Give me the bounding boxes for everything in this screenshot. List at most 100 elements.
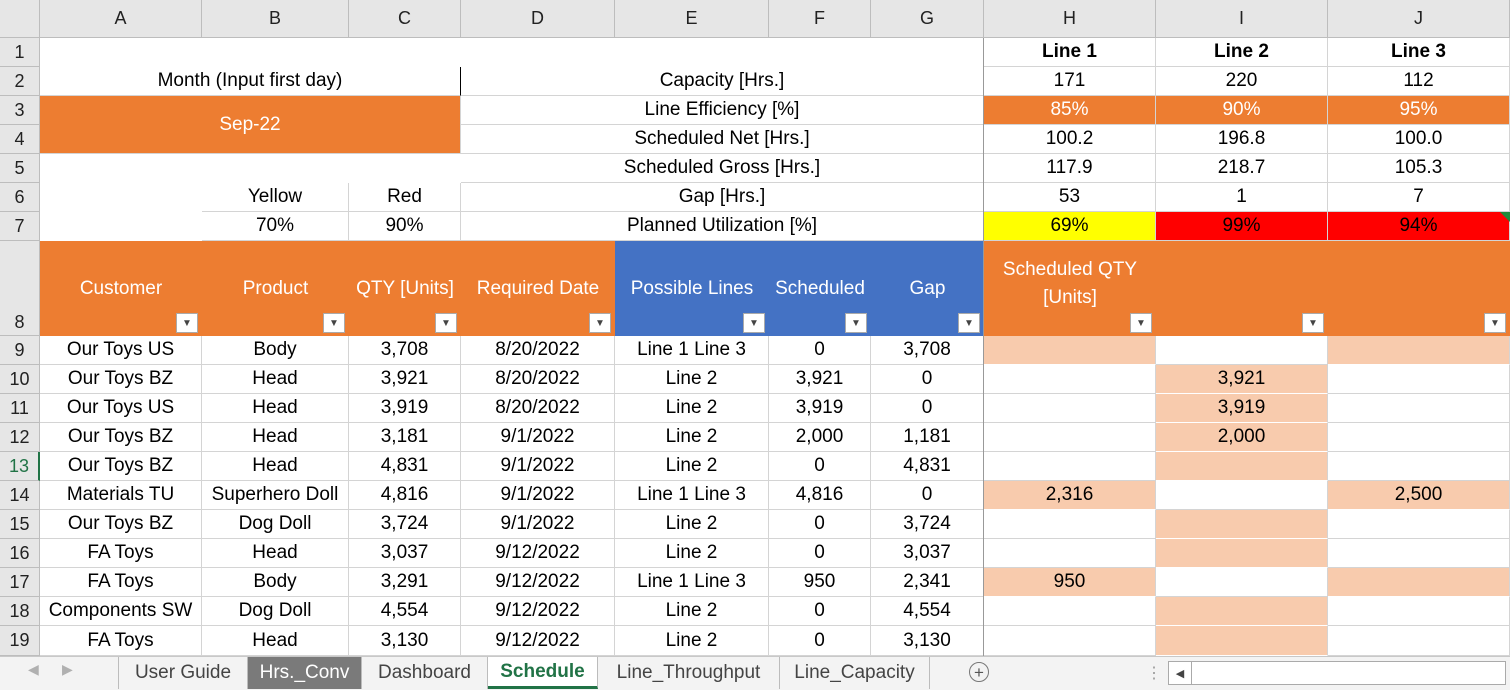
row-header-14[interactable]: 14 — [0, 481, 40, 510]
order-cell-gap[interactable]: 2,341 — [871, 568, 984, 597]
order-cell-gap[interactable]: 3,130 — [871, 626, 984, 656]
order-cell-date[interactable]: 9/12/2022 — [461, 539, 615, 568]
scheduled-qty-line-3[interactable]: 2,500 — [1328, 481, 1510, 510]
order-cell-product[interactable]: Head — [202, 394, 349, 423]
filter-dropdown-icon[interactable]: ▼ — [1484, 313, 1506, 333]
order-cell-customer[interactable]: Our Toys BZ — [40, 423, 202, 452]
scheduled-qty-line-1[interactable] — [984, 597, 1156, 626]
sheet-tab-dashboard[interactable]: Dashboard — [362, 657, 488, 689]
row-header-13[interactable]: 13 — [0, 452, 40, 481]
scheduled-qty-line-1[interactable] — [984, 365, 1156, 394]
row-header-15[interactable]: 15 — [0, 510, 40, 539]
order-cell-date[interactable]: 9/1/2022 — [461, 481, 615, 510]
row-header-5[interactable]: 5 — [0, 154, 40, 183]
order-cell-scheduled[interactable]: 0 — [769, 626, 871, 656]
yellow-threshold-input[interactable]: 70% — [202, 212, 349, 241]
order-cell-customer[interactable]: FA Toys — [40, 626, 202, 656]
scheduled-qty-line-3[interactable] — [1328, 539, 1510, 568]
filter-dropdown-icon[interactable]: ▼ — [845, 313, 867, 333]
row-header-7[interactable]: 7 — [0, 212, 40, 241]
add-sheet-icon[interactable]: + — [969, 662, 989, 682]
order-cell-product[interactable]: Body — [202, 336, 349, 365]
scheduled-qty-line-3[interactable] — [1328, 394, 1510, 423]
scheduled-qty-line-3[interactable] — [1328, 336, 1510, 365]
order-cell-gap[interactable]: 3,708 — [871, 336, 984, 365]
sheet-tab-line-throughput[interactable]: Line_Throughput — [598, 657, 780, 689]
order-cell-lines[interactable]: Line 2 — [615, 539, 769, 568]
order-cell-lines[interactable]: Line 1 Line 3 — [615, 568, 769, 597]
scheduled-qty-line-3[interactable] — [1328, 626, 1510, 656]
row-header-18[interactable]: 18 — [0, 597, 40, 626]
metric-value-line-3[interactable]: 95% — [1328, 96, 1510, 125]
order-cell-lines[interactable]: Line 2 — [615, 597, 769, 626]
scrollbar-left-arrow-icon[interactable]: ◀ — [1169, 662, 1192, 684]
scheduled-qty-line-1[interactable] — [984, 510, 1156, 539]
order-cell-lines[interactable]: Line 2 — [615, 423, 769, 452]
order-cell-customer[interactable]: Materials TU — [40, 481, 202, 510]
order-cell-qty[interactable]: 3,291 — [349, 568, 461, 597]
scheduled-qty-line-2[interactable]: 2,000 — [1156, 423, 1328, 452]
order-cell-scheduled[interactable]: 3,919 — [769, 394, 871, 423]
order-cell-lines[interactable]: Line 2 — [615, 626, 769, 656]
scheduled-qty-line-2[interactable] — [1156, 336, 1328, 365]
order-cell-date[interactable]: 9/1/2022 — [461, 423, 615, 452]
order-cell-qty[interactable]: 4,554 — [349, 597, 461, 626]
order-cell-lines[interactable]: Line 2 — [615, 510, 769, 539]
order-cell-customer[interactable]: Our Toys BZ — [40, 452, 202, 481]
scheduled-qty-line-3[interactable] — [1328, 510, 1510, 539]
row-header-4[interactable]: 4 — [0, 125, 40, 154]
column-header-h[interactable]: H — [984, 0, 1156, 38]
order-cell-scheduled[interactable]: 0 — [769, 510, 871, 539]
row-header-16[interactable]: 16 — [0, 539, 40, 568]
scheduled-qty-line-2[interactable] — [1156, 568, 1328, 597]
order-cell-date[interactable]: 8/20/2022 — [461, 365, 615, 394]
scroll-left-icon[interactable]: ◀ — [28, 661, 39, 678]
order-cell-gap[interactable]: 4,554 — [871, 597, 984, 626]
order-cell-gap[interactable]: 4,831 — [871, 452, 984, 481]
scheduled-qty-line-1[interactable] — [984, 394, 1156, 423]
order-cell-date[interactable]: 8/20/2022 — [461, 394, 615, 423]
order-cell-customer[interactable]: FA Toys — [40, 539, 202, 568]
scheduled-qty-line-1[interactable] — [984, 626, 1156, 656]
filter-dropdown-icon[interactable]: ▼ — [958, 313, 980, 333]
order-cell-product[interactable]: Head — [202, 423, 349, 452]
row-header-3[interactable]: 3 — [0, 96, 40, 125]
scheduled-qty-line-2[interactable] — [1156, 626, 1328, 656]
order-cell-date[interactable]: 9/12/2022 — [461, 568, 615, 597]
scheduled-qty-line-3[interactable] — [1328, 452, 1510, 481]
order-cell-product[interactable]: Head — [202, 626, 349, 656]
row-header-19[interactable]: 19 — [0, 626, 40, 656]
order-cell-customer[interactable]: FA Toys — [40, 568, 202, 597]
metric-value-line-1[interactable]: 85% — [984, 96, 1156, 125]
order-cell-gap[interactable]: 3,037 — [871, 539, 984, 568]
order-cell-qty[interactable]: 3,181 — [349, 423, 461, 452]
order-cell-customer[interactable]: Our Toys US — [40, 336, 202, 365]
red-threshold-input[interactable]: 90% — [349, 212, 461, 241]
order-cell-customer[interactable]: Our Toys US — [40, 394, 202, 423]
filter-dropdown-icon[interactable]: ▼ — [743, 313, 765, 333]
filter-dropdown-icon[interactable]: ▼ — [176, 313, 198, 333]
order-cell-scheduled[interactable]: 4,816 — [769, 481, 871, 510]
order-cell-date[interactable]: 9/1/2022 — [461, 510, 615, 539]
filter-dropdown-icon[interactable]: ▼ — [1302, 313, 1324, 333]
order-cell-product[interactable]: Head — [202, 539, 349, 568]
order-cell-qty[interactable]: 4,816 — [349, 481, 461, 510]
scheduled-qty-line-2[interactable] — [1156, 539, 1328, 568]
order-cell-product[interactable]: Dog Doll — [202, 510, 349, 539]
column-header-j[interactable]: J — [1328, 0, 1510, 38]
order-cell-qty[interactable]: 3,130 — [349, 626, 461, 656]
order-cell-scheduled[interactable]: 0 — [769, 539, 871, 568]
order-cell-lines[interactable]: Line 1 Line 3 — [615, 481, 769, 510]
order-cell-qty[interactable]: 4,831 — [349, 452, 461, 481]
order-cell-customer[interactable]: Our Toys BZ — [40, 510, 202, 539]
column-header-d[interactable]: D — [461, 0, 615, 38]
scheduled-qty-line-2[interactable] — [1156, 481, 1328, 510]
order-cell-date[interactable]: 9/12/2022 — [461, 626, 615, 656]
order-cell-qty[interactable]: 3,921 — [349, 365, 461, 394]
order-cell-product[interactable]: Body — [202, 568, 349, 597]
row-header-6[interactable]: 6 — [0, 183, 40, 212]
order-cell-gap[interactable]: 0 — [871, 394, 984, 423]
scheduled-qty-line-1[interactable] — [984, 336, 1156, 365]
scheduled-qty-line-2[interactable]: 3,921 — [1156, 365, 1328, 394]
order-cell-gap[interactable]: 1,181 — [871, 423, 984, 452]
